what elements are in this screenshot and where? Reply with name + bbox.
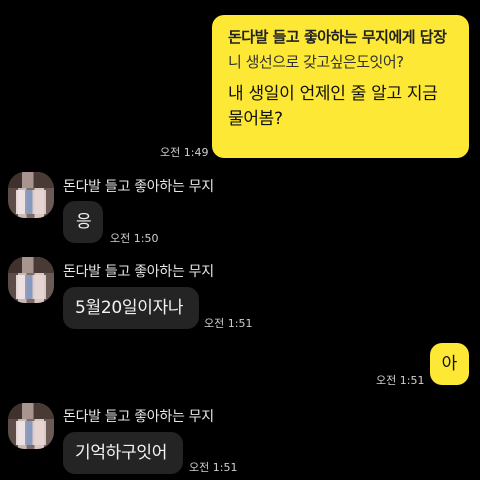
sender-name: 돈다발 들고 좋아하는 무지 <box>63 264 214 280</box>
message-time: 오전 1:49 <box>160 146 209 159</box>
other-message-bubble[interactable]: 5월20일이자나 <box>63 287 199 329</box>
message-time: 오전 1:51 <box>204 317 253 330</box>
other-message-bubble[interactable]: 응 <box>63 201 103 243</box>
reply-quoted-text[interactable]: 니 생선으로 갖고싶은도잇어? <box>228 52 455 72</box>
other-message-bubble[interactable]: 기억하구잇어 <box>63 432 183 474</box>
message-time: 오전 1:50 <box>110 232 159 245</box>
message-time: 오전 1:51 <box>376 374 425 387</box>
avatar[interactable] <box>8 257 54 303</box>
reply-target-title[interactable]: 돈다발 들고 좋아하는 무지에게 답장 <box>228 27 455 47</box>
message-time: 오전 1:51 <box>189 461 238 474</box>
my-message-bubble[interactable]: 아 <box>430 343 469 385</box>
my-reply-bubble[interactable]: 돈다발 들고 좋아하는 무지에게 답장 니 생선으로 갖고싶은도잇어? 내 생일… <box>212 15 469 158</box>
message-text: 내 생일이 언제인 줄 알고 지금 물어봄? <box>228 84 438 129</box>
avatar[interactable] <box>8 403 54 449</box>
sender-name: 돈다발 들고 좋아하는 무지 <box>63 409 214 425</box>
avatar[interactable] <box>8 172 54 218</box>
chat-screen: 돈다발 들고 좋아하는 무지에게 답장 니 생선으로 갖고싶은도잇어? 내 생일… <box>0 0 480 480</box>
sender-name: 돈다발 들고 좋아하는 무지 <box>63 179 214 195</box>
